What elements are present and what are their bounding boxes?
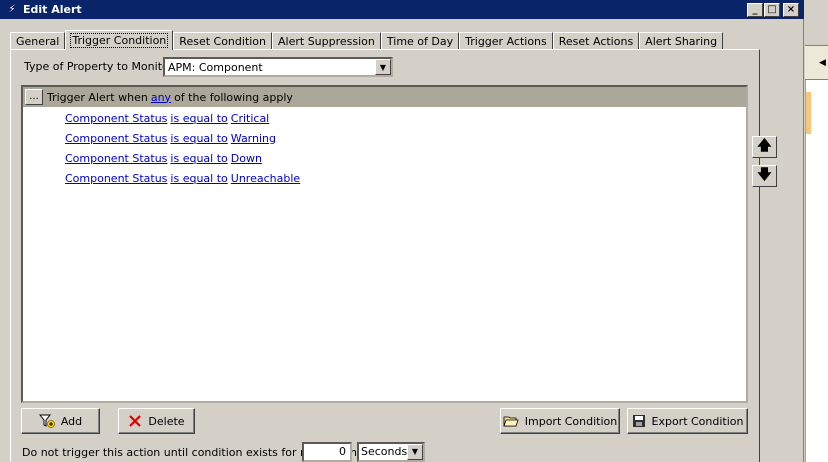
delete-x-icon: [128, 414, 142, 428]
delay-value-input[interactable]: 0: [302, 442, 352, 462]
arrow-up-icon: 🡅: [757, 138, 772, 154]
property-type-value: APM: Component: [168, 60, 263, 74]
condition-value-link[interactable]: Warning: [231, 132, 276, 145]
collapse-left-icon[interactable]: ◀: [819, 58, 826, 68]
tab-trigger-actions[interactable]: Trigger Actions: [459, 32, 553, 50]
delete-condition-button[interactable]: Delete: [118, 408, 195, 434]
add-condition-button[interactable]: Add: [21, 408, 100, 434]
tab-general[interactable]: General: [10, 32, 66, 50]
window-controls: _ □ ×: [747, 2, 799, 17]
tab-alert-suppression[interactable]: Alert Suppression: [272, 32, 381, 50]
delay-unit-value: Seconds: [361, 445, 408, 458]
background-content: [805, 80, 828, 462]
alert-app-icon: ⚡: [8, 4, 16, 15]
tab-reset-condition[interactable]: Reset Condition: [173, 32, 273, 50]
condition-row: Component Status is equal to Unreachable: [65, 170, 300, 186]
move-down-button[interactable]: 🡇: [752, 165, 777, 187]
condition-field-link[interactable]: Component Status: [65, 112, 167, 125]
property-type-select[interactable]: APM: Component ▼: [163, 57, 393, 77]
condition-field-link[interactable]: Component Status: [65, 172, 167, 185]
condition-field-link[interactable]: Component Status: [65, 132, 167, 145]
condition-value-link[interactable]: Critical: [231, 112, 269, 125]
condition-header-row: ... Trigger Alert when any of the follow…: [23, 87, 746, 107]
tab-alert-sharing[interactable]: Alert Sharing: [639, 32, 724, 50]
import-condition-button[interactable]: Import Condition: [500, 408, 620, 434]
title-bar[interactable]: ⚡ Edit Alert _ □ ×: [0, 0, 804, 19]
condition-prefix: Trigger Alert when: [47, 90, 148, 104]
condition-operator-link[interactable]: is equal to: [170, 172, 227, 185]
condition-quantifier-link[interactable]: any: [151, 91, 171, 104]
maximize-button[interactable]: □: [764, 2, 780, 17]
add-filter-icon: [38, 413, 55, 429]
condition-tree[interactable]: ... Trigger Alert when any of the follow…: [21, 85, 748, 403]
condition-operator-link[interactable]: is equal to: [170, 132, 227, 145]
condition-row: Component Status is equal to Warning: [65, 130, 276, 146]
condition-value-link[interactable]: Down: [231, 152, 262, 165]
background-window-edge: ◀: [805, 0, 828, 462]
property-type-label: Type of Property to Monitor:: [24, 60, 177, 73]
dropdown-arrow-icon[interactable]: ▼: [375, 59, 391, 75]
condition-row: Component Status is equal to Down: [65, 150, 262, 166]
export-condition-button[interactable]: Export Condition: [627, 408, 748, 434]
close-button[interactable]: ×: [783, 2, 799, 17]
condition-suffix: of the following apply: [174, 90, 293, 104]
condition-options-button[interactable]: ...: [25, 89, 43, 105]
minimize-button[interactable]: _: [747, 2, 763, 17]
condition-operator-link[interactable]: is equal to: [170, 112, 227, 125]
condition-operator-link[interactable]: is equal to: [170, 152, 227, 165]
condition-value-link[interactable]: Unreachable: [231, 172, 300, 185]
move-up-button[interactable]: 🡅: [752, 136, 777, 158]
window-title: Edit Alert: [23, 3, 82, 16]
tab-time-of-day[interactable]: Time of Day: [380, 32, 460, 50]
condition-field-link[interactable]: Component Status: [65, 152, 167, 165]
tab-reset-actions[interactable]: Reset Actions: [552, 32, 640, 50]
background-accent: [805, 92, 811, 134]
edit-alert-window: ⚡ Edit Alert _ □ × General Trigger Condi…: [0, 0, 804, 462]
tab-strip: General Trigger Condition Reset Conditio…: [10, 30, 724, 50]
delay-unit-select[interactable]: Seconds ▼: [357, 442, 425, 462]
arrow-down-icon: 🡇: [757, 167, 772, 183]
tab-trigger-condition[interactable]: Trigger Condition: [65, 30, 174, 50]
open-folder-icon: [503, 414, 519, 428]
condition-row: Component Status is equal to Critical: [65, 110, 269, 126]
dropdown-arrow-icon[interactable]: ▼: [407, 444, 423, 460]
save-disk-icon: [632, 414, 646, 428]
